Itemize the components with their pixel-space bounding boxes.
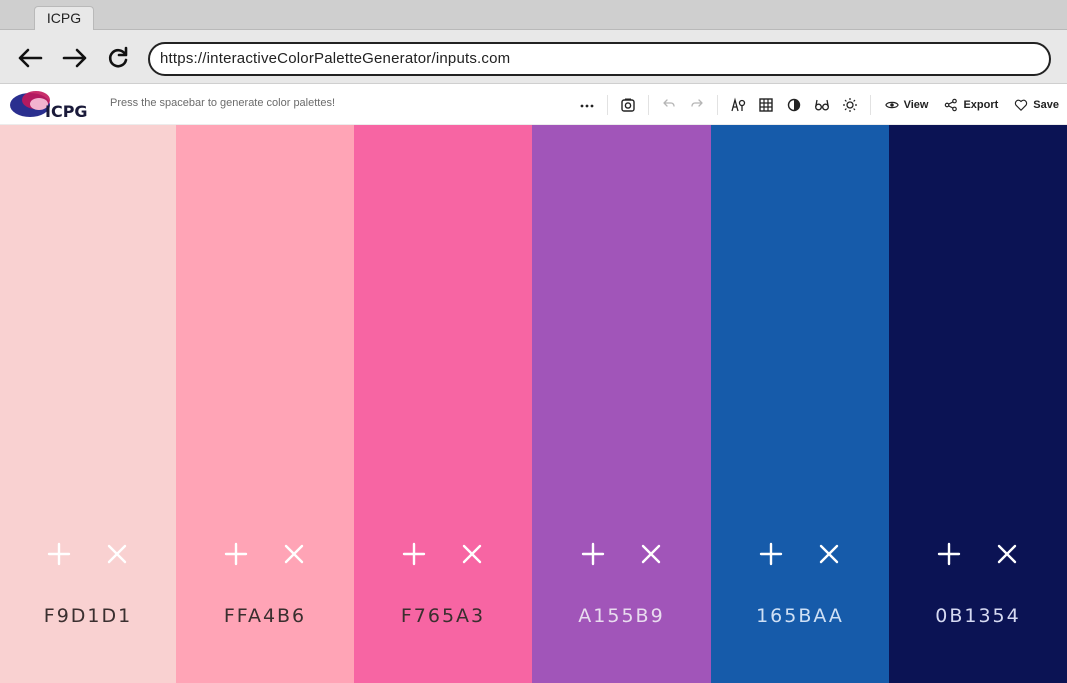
export-button[interactable]: Export [936, 84, 1006, 125]
remove-color-button[interactable] [638, 539, 664, 569]
url-bar[interactable]: https://interactiveColorPaletteGenerator… [148, 42, 1051, 76]
more-button[interactable] [573, 84, 601, 125]
close-icon [819, 544, 839, 564]
more-icon [580, 104, 593, 107]
view-label: View [903, 98, 929, 111]
browser-chrome: ICPG https://interactiveColorPaletteGene… [0, 0, 1067, 84]
close-icon [107, 544, 127, 564]
swatch-controls [0, 539, 176, 569]
plus-icon [581, 542, 604, 566]
swatch-controls [711, 539, 889, 569]
contrast-button[interactable] [780, 84, 808, 125]
remove-color-button[interactable] [281, 539, 307, 569]
browser-tab[interactable]: ICPG [34, 6, 94, 30]
app-logo[interactable]: ICPG [8, 88, 92, 121]
contrast-icon [787, 98, 800, 111]
toolbar-divider [716, 94, 718, 115]
spacebar-hint: Press the spacebar to generate color pal… [110, 97, 336, 109]
color-swatch[interactable]: F9D1D1 [0, 125, 176, 683]
swatch-controls [354, 539, 532, 569]
hex-code[interactable]: F9D1D1 [0, 605, 176, 627]
plus-icon [402, 542, 426, 566]
remove-color-button[interactable] [994, 539, 1020, 569]
close-icon [997, 544, 1017, 564]
add-color-button[interactable] [223, 539, 249, 569]
tab-strip: ICPG [0, 0, 1067, 30]
reload-button[interactable] [104, 44, 132, 72]
plus-icon [47, 542, 71, 566]
plus-icon [224, 542, 248, 566]
heart-icon [1015, 99, 1028, 111]
palette: F9D1D1 FFA4B6 F765A3 A155B9 165BAA 0B135… [0, 125, 1067, 683]
close-icon [641, 544, 660, 564]
arrow-right-icon [62, 48, 87, 68]
hex-code[interactable]: FFA4B6 [176, 605, 354, 627]
hex-code[interactable]: 165BAA [711, 605, 889, 627]
toolbar-divider [869, 94, 871, 115]
close-icon [284, 544, 304, 564]
save-label: Save [1033, 98, 1059, 111]
camera-button[interactable] [614, 84, 642, 125]
hex-code[interactable]: 0B1354 [889, 605, 1067, 627]
arrow-left-icon [18, 48, 43, 68]
plus-icon [937, 542, 961, 566]
color-swatch[interactable]: A155B9 [532, 125, 711, 683]
hex-code[interactable]: F765A3 [354, 605, 532, 627]
logo-icon: ICPG [10, 91, 88, 121]
color-swatch[interactable]: F765A3 [354, 125, 532, 683]
color-swatch[interactable]: 0B1354 [889, 125, 1067, 683]
hex-code[interactable]: A155B9 [532, 605, 711, 627]
forward-button[interactable] [61, 44, 89, 72]
back-button[interactable] [16, 44, 44, 72]
close-icon [462, 544, 482, 564]
redo-button[interactable] [683, 84, 711, 125]
toolbar-divider [606, 94, 608, 115]
swatch-controls [532, 539, 711, 569]
grid-icon [758, 97, 773, 112]
add-color-button[interactable] [46, 539, 72, 569]
save-button[interactable]: Save [1006, 84, 1067, 125]
undo-button[interactable] [655, 84, 683, 125]
brightness-button[interactable] [836, 84, 864, 125]
adjust-icon [730, 97, 745, 111]
redo-icon [690, 98, 703, 107]
adjust-button[interactable] [724, 84, 752, 125]
share-icon [945, 98, 958, 111]
remove-color-button[interactable] [459, 539, 485, 569]
eye-icon [884, 101, 899, 108]
swatch-controls [176, 539, 354, 569]
view-button[interactable]: View [877, 84, 937, 125]
add-color-button[interactable] [401, 539, 427, 569]
plus-icon [759, 542, 783, 566]
toolbar-divider [647, 94, 649, 115]
remove-color-button[interactable] [104, 539, 130, 569]
add-color-button[interactable] [758, 539, 784, 569]
export-label: Export [963, 98, 999, 111]
logo-text: ICPG [45, 102, 88, 120]
add-color-button[interactable] [580, 539, 606, 569]
app-toolbar: ICPG Press the spacebar to generate colo… [0, 84, 1067, 125]
reload-icon [108, 46, 128, 68]
glasses-icon [814, 99, 829, 110]
color-swatch[interactable]: FFA4B6 [176, 125, 354, 683]
swatch-controls [889, 539, 1067, 569]
toolbar-tools: View Export Save [573, 84, 1067, 125]
camera-icon [620, 98, 635, 112]
undo-icon [662, 98, 675, 107]
color-blind-button[interactable] [808, 84, 836, 125]
grid-button[interactable] [752, 84, 780, 125]
sun-icon [842, 97, 857, 112]
remove-color-button[interactable] [816, 539, 842, 569]
color-swatch[interactable]: 165BAA [711, 125, 889, 683]
add-color-button[interactable] [936, 539, 962, 569]
